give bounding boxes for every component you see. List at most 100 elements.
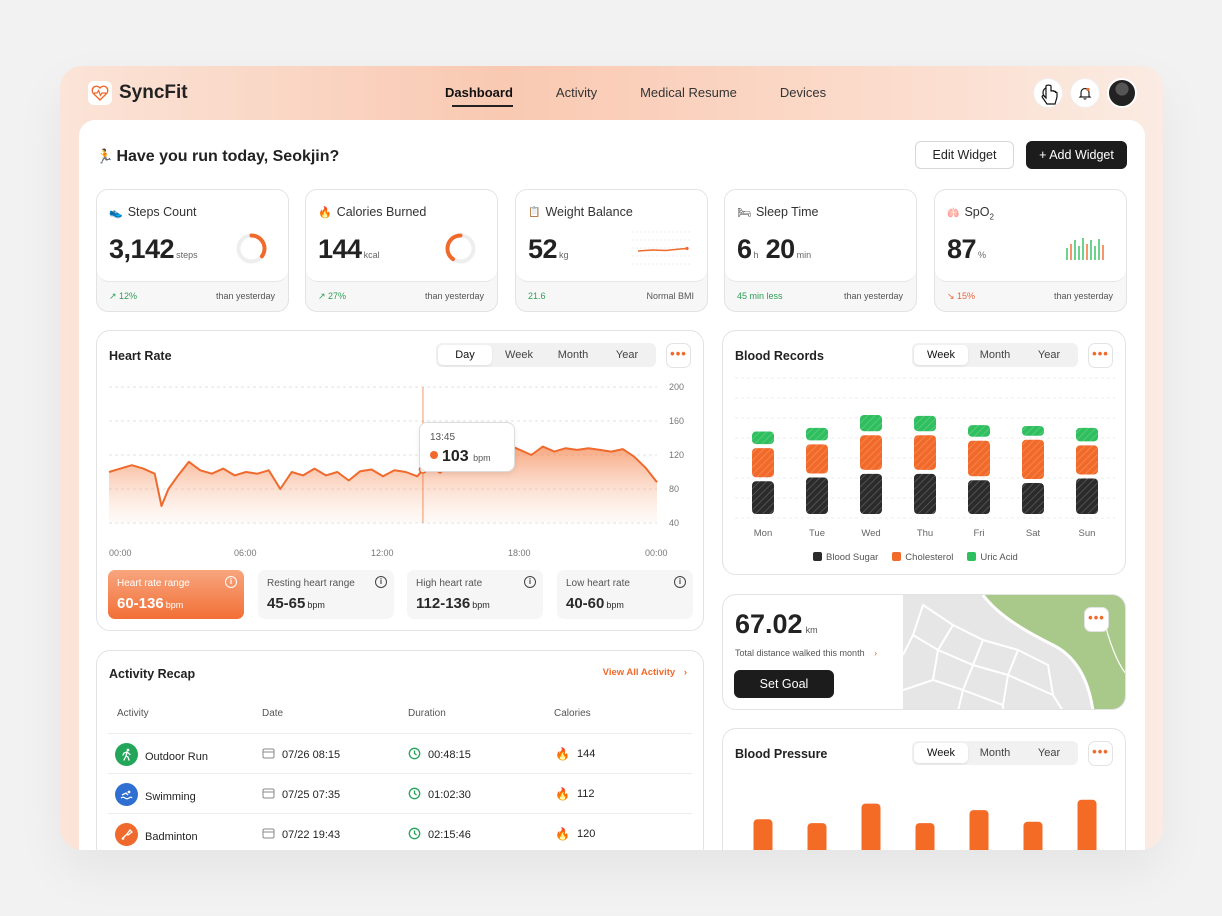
range-high[interactable]: High heart rate 112-136 bpm i bbox=[407, 570, 543, 619]
add-widget-button[interactable]: + Add Widget bbox=[1026, 141, 1127, 169]
steps-card[interactable]: 👟 Steps Count 3,142 steps ↗ 12% than yester… bbox=[96, 189, 289, 312]
tab-week[interactable]: Week bbox=[914, 743, 968, 763]
more-options-button[interactable]: ••• bbox=[1088, 741, 1113, 766]
flame-icon: 🔥 bbox=[555, 787, 570, 801]
sleep-card[interactable]: 🛏 Sleep Time 6h 20 min 45 min less than yes… bbox=[724, 189, 917, 312]
bed-icon: 🛏 bbox=[737, 206, 751, 219]
bar-blood-sugar bbox=[1022, 483, 1044, 514]
bar-cholesterol bbox=[914, 435, 936, 470]
tab-week[interactable]: Week bbox=[914, 345, 968, 365]
card-title: Blood Records bbox=[735, 349, 824, 363]
card-title: Blood Pressure bbox=[735, 747, 828, 761]
stat-value-hours: 6 bbox=[737, 234, 752, 264]
stat-unit: kg bbox=[559, 250, 569, 260]
table-row[interactable]: Badminton 07/22 19:43 02:15:46 🔥 120 bbox=[108, 813, 692, 850]
stat-change: ↗ 27% bbox=[318, 291, 347, 301]
info-icon[interactable]: i bbox=[375, 576, 387, 588]
spo2-card[interactable]: 🫁 SpO2 87% ↘ 15% than yesterday bbox=[934, 189, 1127, 312]
blood-pressure-bar bbox=[1077, 799, 1097, 850]
view-all-activity-link[interactable]: View All Activity › bbox=[603, 667, 687, 678]
stat-note: Normal BMI bbox=[646, 291, 694, 301]
range-heart-rate[interactable]: Heart rate range 60-136 bpm i bbox=[108, 570, 244, 619]
y-tick-label: 40 bbox=[669, 518, 679, 528]
activity-date: 07/25 07:35 bbox=[282, 788, 341, 801]
more-options-button[interactable]: ••• bbox=[1088, 343, 1113, 368]
bell-icon bbox=[1078, 87, 1092, 100]
stat-value: 87 bbox=[947, 234, 977, 264]
activity-duration: 01:02:30 bbox=[428, 789, 471, 801]
edit-widget-button[interactable]: Edit Widget bbox=[915, 141, 1014, 169]
stat-change: ↘ 15% bbox=[947, 291, 976, 301]
table-row[interactable]: Swimming 07/25 07:35 01:02:30 🔥 112 bbox=[108, 773, 692, 813]
nav-medical-resume[interactable]: Medical Resume bbox=[640, 85, 737, 107]
tab-year[interactable]: Year bbox=[1022, 743, 1076, 763]
clock-icon bbox=[408, 747, 421, 763]
clock-icon bbox=[408, 787, 421, 803]
tab-week[interactable]: Week bbox=[492, 345, 546, 365]
more-options-button[interactable]: ••• bbox=[666, 343, 691, 368]
set-goal-button[interactable]: Set Goal bbox=[734, 670, 834, 698]
steps-progress-ring bbox=[236, 233, 267, 264]
stat-note: than yesterday bbox=[1053, 291, 1113, 301]
x-tick-label: Wed bbox=[861, 528, 880, 539]
bar-cholesterol bbox=[860, 435, 882, 470]
activity-name: Outdoor Run bbox=[145, 750, 208, 763]
info-icon[interactable]: i bbox=[225, 576, 237, 588]
bar-blood-sugar bbox=[752, 481, 774, 514]
x-tick-label: 12:00 bbox=[371, 548, 394, 558]
calories-card[interactable]: 🔥 Calories Burned 144 kcal ↗ 27% than yeste… bbox=[305, 189, 498, 312]
blood-pressure-bar bbox=[807, 823, 827, 850]
flame-icon: 🔥 bbox=[555, 827, 570, 841]
stat-title: Calories Burned bbox=[336, 205, 427, 219]
range-resting[interactable]: Resting heart range 45-65 bpm i bbox=[258, 570, 394, 619]
blood-records-card: Blood Records Week Month Year ••• Mon Tue… bbox=[722, 330, 1126, 575]
app-window: SyncFit Dashboard Activity Medical Resum… bbox=[60, 66, 1163, 850]
x-tick-label: Thu bbox=[917, 528, 933, 539]
info-icon[interactable]: i bbox=[674, 576, 686, 588]
y-tick-label: 200 bbox=[669, 382, 684, 392]
tooltip-time: 13:45 bbox=[430, 432, 456, 443]
activity-calories: 120 bbox=[576, 828, 596, 840]
tab-day[interactable]: Day bbox=[438, 345, 492, 365]
table-row[interactable]: Outdoor Run 07/26 08:15 00:48:15 🔥 144 bbox=[108, 733, 692, 773]
tab-month[interactable]: Month bbox=[968, 743, 1022, 763]
tab-month[interactable]: Month bbox=[968, 345, 1022, 365]
weight-card[interactable]: 📋 Weight Balance 52 kg 21.6 Normal BMI bbox=[515, 189, 708, 312]
heart-pulse-icon bbox=[88, 81, 112, 105]
notifications-button[interactable] bbox=[1070, 78, 1100, 108]
shoe-icon: 👟 bbox=[109, 206, 123, 219]
more-options-button[interactable]: ••• bbox=[1084, 607, 1109, 632]
activity-calories: 112 bbox=[576, 788, 595, 800]
column-activity: Activity bbox=[117, 708, 149, 719]
stat-title: Steps Count bbox=[127, 205, 197, 219]
tab-month[interactable]: Month bbox=[546, 345, 600, 365]
stat-value: 52 bbox=[528, 234, 558, 264]
theme-toggle-button[interactable] bbox=[1033, 78, 1063, 108]
distance-label: Total distance walked this month › bbox=[735, 648, 878, 658]
blood-pressure-bar bbox=[1023, 821, 1043, 850]
running-icon bbox=[115, 743, 138, 766]
range-value: 40-60 bpm bbox=[566, 595, 624, 612]
nav-activity[interactable]: Activity bbox=[556, 85, 597, 107]
info-icon[interactable]: i bbox=[524, 576, 536, 588]
nav-devices[interactable]: Devices bbox=[780, 85, 826, 107]
activity-calories: 144 bbox=[576, 748, 596, 760]
blood-pressure-period-tabs: Week Month Year bbox=[912, 741, 1078, 765]
range-label: Low heart rate bbox=[566, 578, 630, 589]
chart-legend: Blood Sugar Cholesterol Uric Acid bbox=[813, 552, 1018, 563]
tab-year[interactable]: Year bbox=[1022, 345, 1076, 365]
y-tick-label: 160 bbox=[669, 416, 684, 426]
stat-value: 3,142 bbox=[109, 234, 175, 264]
nav-dashboard[interactable]: Dashboard bbox=[445, 85, 513, 107]
tab-year[interactable]: Year bbox=[600, 345, 654, 365]
greeting-text: Have you run today, Seokjin? bbox=[116, 148, 340, 165]
avatar[interactable] bbox=[1107, 78, 1137, 108]
bar-uric-acid bbox=[752, 431, 774, 445]
x-tick-label: Fri bbox=[973, 528, 984, 539]
logo[interactable]: SyncFit bbox=[88, 81, 188, 105]
calories-progress-ring bbox=[445, 233, 476, 264]
activity-name: Badminton bbox=[145, 830, 198, 843]
stat-unit: kcal bbox=[363, 250, 380, 260]
heart-rate-period-tabs: Day Week Month Year bbox=[436, 343, 656, 367]
range-low[interactable]: Low heart rate 40-60 bpm i bbox=[557, 570, 693, 619]
